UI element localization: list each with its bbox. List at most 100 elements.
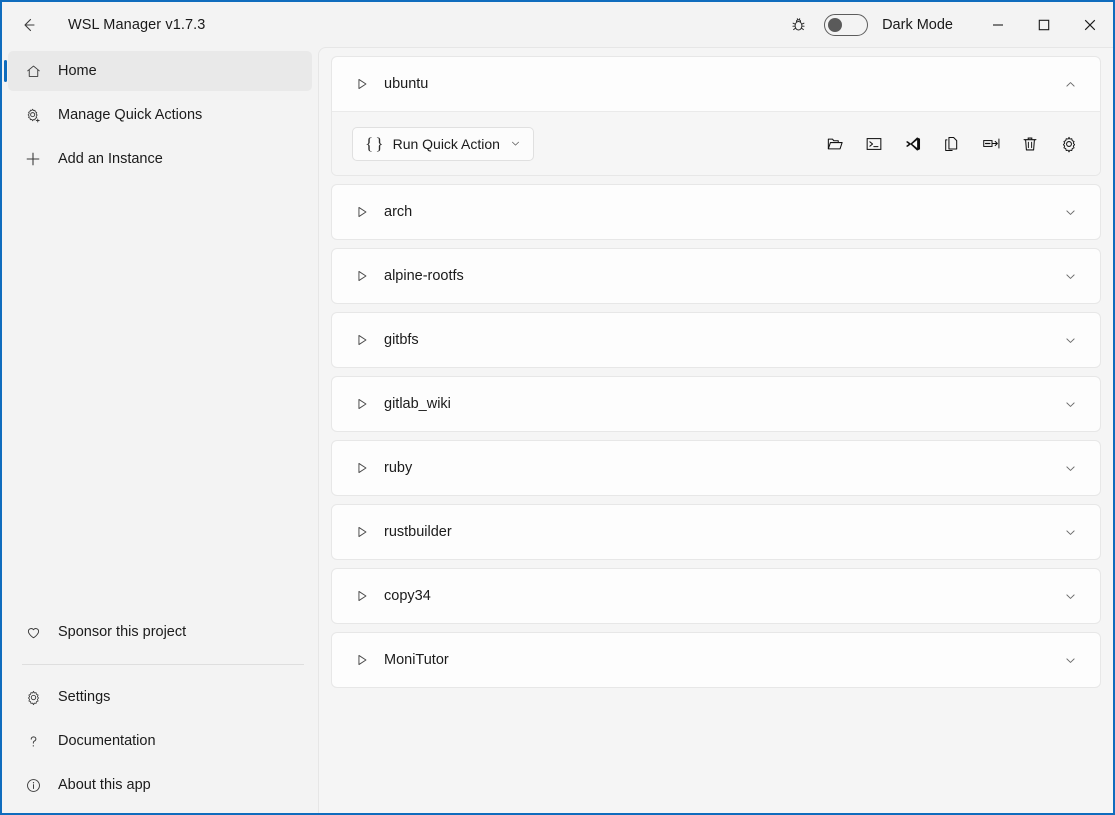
chevron-down-icon[interactable] — [1058, 398, 1082, 411]
run-quick-action-label: Run Quick Action — [392, 135, 500, 152]
window-body: Home Manage Quick Actions Add an Instanc… — [2, 47, 1113, 813]
sidebar-item-label: Settings — [58, 688, 111, 705]
sidebar-item-sponsor[interactable]: Sponsor this project — [8, 612, 312, 652]
play-icon[interactable] — [352, 269, 372, 283]
close-button[interactable] — [1067, 2, 1113, 47]
minimize-button[interactable] — [975, 2, 1021, 47]
instance-card: rustbuilder — [331, 504, 1101, 560]
heart-icon — [22, 624, 44, 641]
instance-name: gitbfs — [384, 332, 419, 348]
instance-name: arch — [384, 204, 413, 220]
sidebar-item-label: Home — [58, 62, 97, 79]
instance-header[interactable]: rustbuilder — [332, 505, 1100, 559]
instance-name: gitlab_wiki — [384, 396, 451, 412]
sidebar-item-settings[interactable]: Settings — [8, 677, 312, 717]
instance-card: arch — [331, 184, 1101, 240]
chevron-down-icon[interactable] — [1058, 334, 1082, 347]
chevron-up-icon[interactable] — [1058, 78, 1082, 91]
sidebar-item-label: Manage Quick Actions — [58, 106, 203, 123]
instance-header[interactable]: ruby — [332, 441, 1100, 495]
chevron-down-icon[interactable] — [1058, 206, 1082, 219]
chevron-down-icon[interactable] — [1058, 462, 1082, 475]
instance-header[interactable]: ubuntu — [332, 57, 1100, 111]
gear-icon — [22, 689, 44, 706]
arrow-left-icon — [24, 18, 35, 31]
sidebar-item-documentation[interactable]: Documentation — [8, 721, 312, 761]
bug-icon — [792, 18, 805, 31]
vscode-icon[interactable] — [900, 131, 926, 157]
maximize-icon — [1038, 19, 1050, 30]
chevron-down-icon[interactable] — [1058, 270, 1082, 283]
info-circle-icon — [22, 777, 44, 794]
plus-icon — [22, 150, 44, 168]
dark-mode-toggle[interactable] — [824, 13, 869, 36]
sidebar-item-add-an-instance[interactable]: Add an Instance — [8, 139, 312, 179]
window-title: WSL Manager v1.7.3 — [68, 16, 206, 33]
toggle-knob — [828, 17, 843, 32]
braces-icon: { } — [365, 133, 384, 153]
chevron-down-icon[interactable] — [1058, 654, 1082, 667]
trash-icon[interactable] — [1017, 131, 1043, 157]
play-icon[interactable] — [352, 589, 372, 603]
sidebar-item-label: About this app — [58, 776, 151, 793]
play-icon[interactable] — [352, 397, 372, 411]
open-folder-icon[interactable] — [822, 131, 848, 157]
instance-header[interactable]: arch — [332, 185, 1100, 239]
instance-card: gitbfs — [331, 312, 1101, 368]
app-window: WSL Manager v1.7.3 Dark Mode Home Manage… — [0, 0, 1115, 815]
run-quick-action-button[interactable]: { } Run Quick Action — [352, 126, 534, 161]
chevron-down-icon[interactable] — [1058, 526, 1082, 539]
sidebar-divider — [22, 664, 304, 665]
play-icon[interactable] — [352, 653, 372, 667]
home-icon — [22, 63, 44, 80]
sidebar: Home Manage Quick Actions Add an Instanc… — [2, 47, 318, 813]
terminal-icon[interactable] — [861, 131, 887, 157]
dark-mode-label: Dark Mode — [882, 16, 953, 33]
maximize-button[interactable] — [1021, 2, 1067, 47]
instance-header[interactable]: copy34 — [332, 569, 1100, 623]
title-bar-right: Dark Mode — [782, 2, 1113, 47]
sidebar-item-label: Add an Instance — [58, 150, 163, 167]
instance-card: alpine-rootfs — [331, 248, 1101, 304]
instance-actions-panel: { } Run Quick Action — [332, 111, 1100, 175]
back-button[interactable] — [10, 10, 48, 40]
instance-list: ubuntu { } Run Quick Action arch alpine-… — [318, 47, 1113, 813]
gear-plus-icon — [22, 107, 44, 124]
instance-card: MoniTutor — [331, 632, 1101, 688]
title-bar: WSL Manager v1.7.3 Dark Mode — [2, 2, 1113, 47]
instance-card: copy34 — [331, 568, 1101, 624]
minimize-icon — [993, 23, 1003, 26]
play-icon[interactable] — [352, 525, 372, 539]
play-icon[interactable] — [352, 205, 372, 219]
bug-button[interactable] — [782, 9, 814, 41]
instance-card: ubuntu { } Run Quick Action — [331, 56, 1101, 176]
play-icon[interactable] — [352, 333, 372, 347]
instance-card: ruby — [331, 440, 1101, 496]
instance-header[interactable]: gitbfs — [332, 313, 1100, 367]
sidebar-item-about[interactable]: About this app — [8, 765, 312, 805]
sidebar-item-label: Documentation — [58, 732, 156, 749]
gear-icon[interactable] — [1056, 131, 1082, 157]
instance-action-icons — [822, 131, 1082, 157]
sidebar-item-home[interactable]: Home — [4, 51, 312, 91]
chevron-down-icon[interactable] — [1058, 590, 1082, 603]
close-icon — [1084, 19, 1096, 30]
question-mark-icon — [22, 733, 44, 750]
instance-name: ubuntu — [384, 76, 429, 92]
instance-name: ruby — [384, 460, 413, 476]
instance-name: copy34 — [384, 588, 431, 604]
instance-name: alpine-rootfs — [384, 268, 464, 284]
instance-header[interactable]: alpine-rootfs — [332, 249, 1100, 303]
rename-icon[interactable] — [978, 131, 1004, 157]
instance-name: MoniTutor — [384, 652, 449, 668]
instance-header[interactable]: MoniTutor — [332, 633, 1100, 687]
instance-header[interactable]: gitlab_wiki — [332, 377, 1100, 431]
sidebar-item-manage-quick-actions[interactable]: Manage Quick Actions — [8, 95, 312, 135]
instance-name: rustbuilder — [384, 524, 452, 540]
play-icon[interactable] — [352, 77, 372, 91]
instance-card: gitlab_wiki — [331, 376, 1101, 432]
play-icon[interactable] — [352, 461, 372, 475]
copy-icon[interactable] — [939, 131, 965, 157]
chevron-down-icon — [510, 138, 521, 149]
